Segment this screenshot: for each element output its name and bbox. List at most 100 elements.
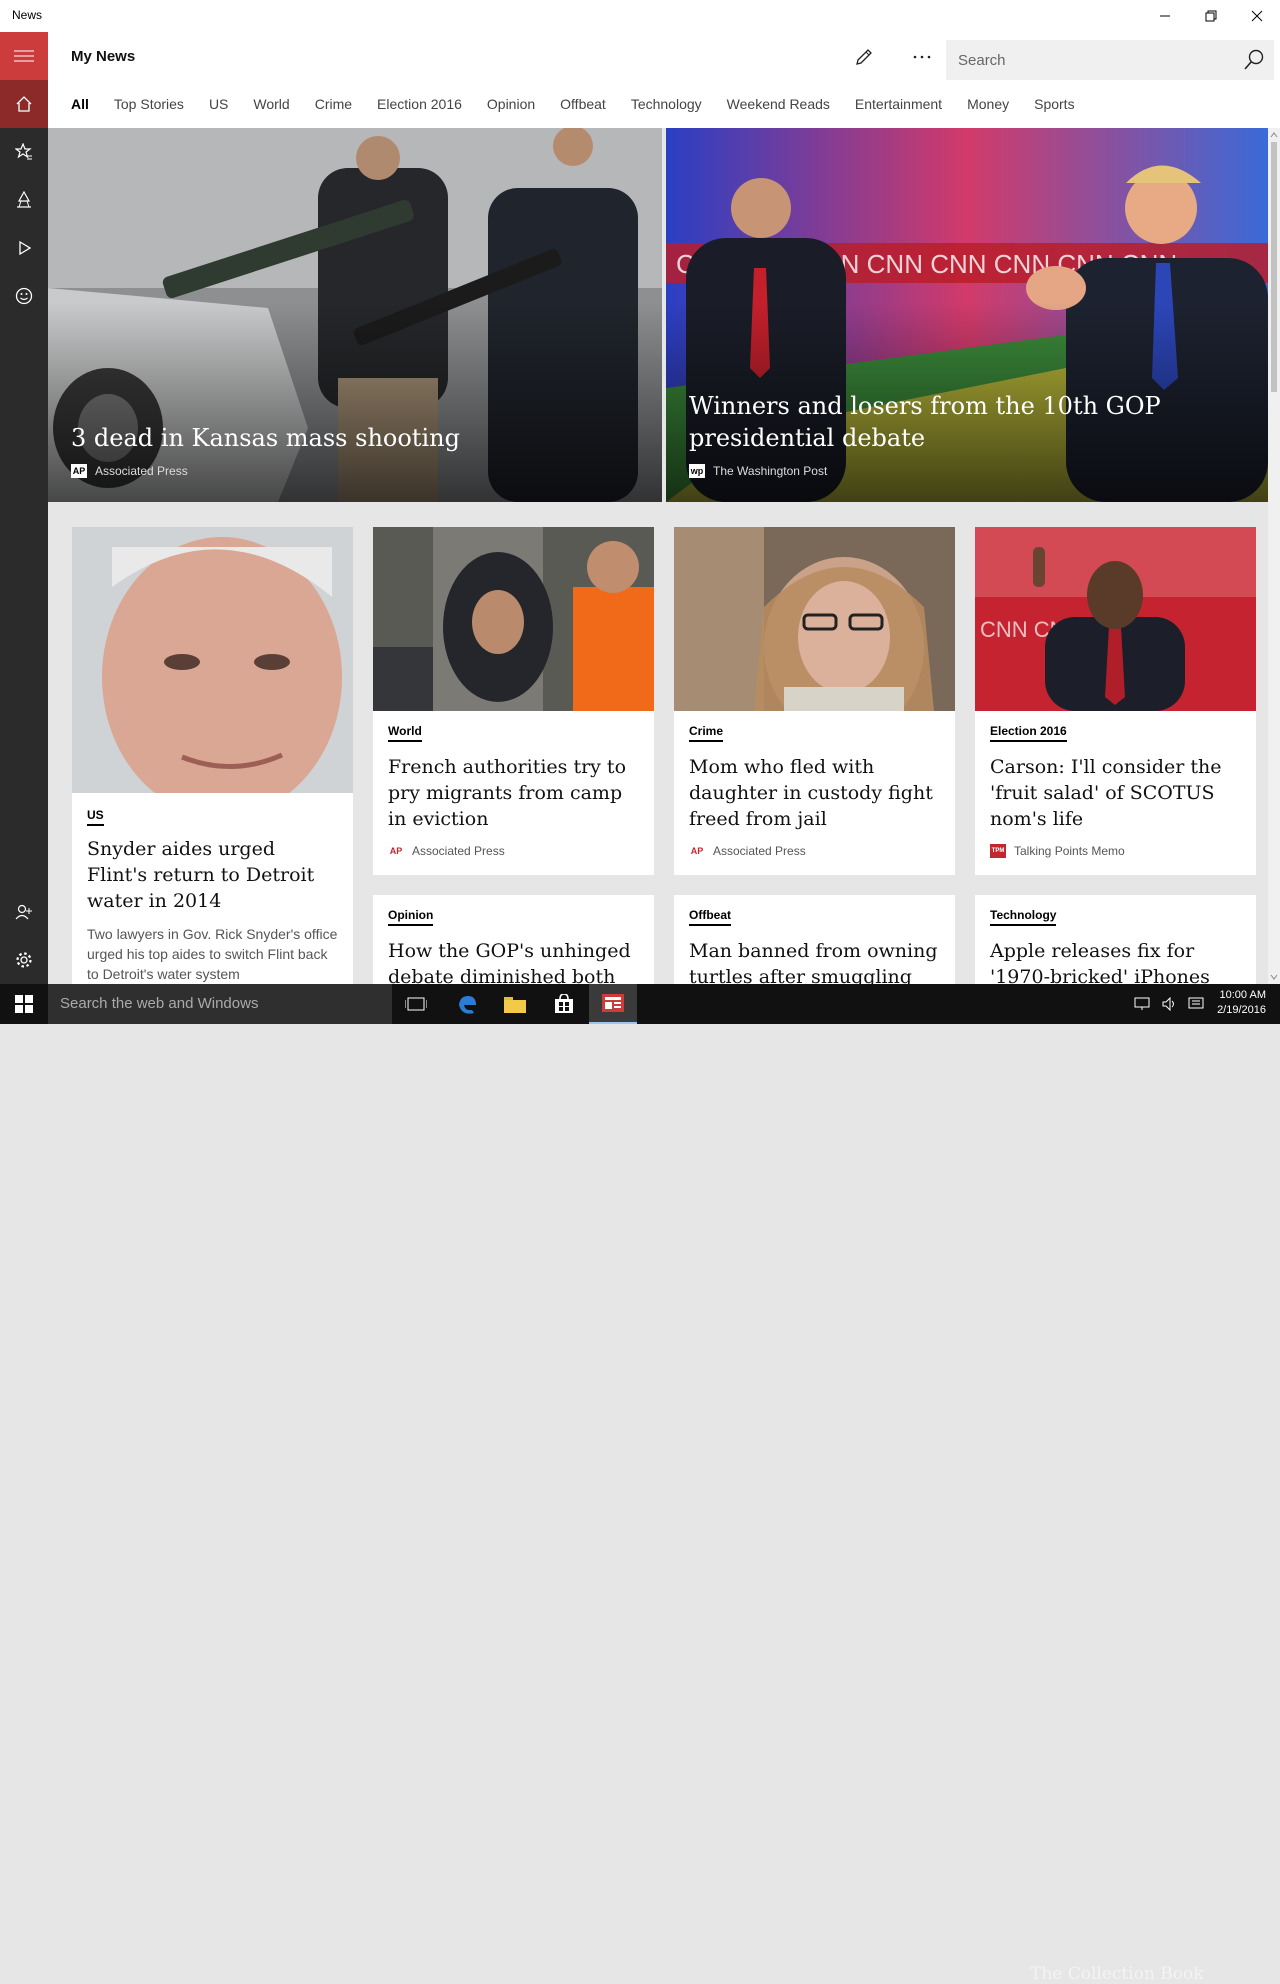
tpm-logo: TPM bbox=[990, 844, 1006, 858]
article-card-election-2016[interactable]: CNN CNN Election 2016 Carson: I'll consi… bbox=[975, 527, 1256, 875]
card-headline: French authorities try to pry migrants f… bbox=[388, 756, 627, 830]
ap-logo: AP bbox=[689, 844, 705, 858]
article-card-crime[interactable]: Crime Mom who fled with daughter in cust… bbox=[674, 527, 955, 875]
store-button[interactable] bbox=[540, 984, 588, 1024]
tab-entertainment[interactable]: Entertainment bbox=[855, 96, 942, 112]
minimize-button[interactable] bbox=[1142, 0, 1188, 32]
network-icon bbox=[1134, 997, 1150, 1010]
migrants-photo bbox=[373, 527, 654, 711]
card-category[interactable]: World bbox=[388, 724, 422, 742]
tab-opinion[interactable]: Opinion bbox=[487, 96, 535, 112]
more-options-button[interactable] bbox=[900, 40, 944, 74]
tab-election-2016[interactable]: Election 2016 bbox=[377, 96, 462, 112]
card-category[interactable]: Technology bbox=[990, 908, 1057, 926]
tab-money[interactable]: Money bbox=[967, 96, 1009, 112]
hamburger-menu-button[interactable] bbox=[0, 32, 48, 80]
task-view-button[interactable] bbox=[392, 984, 440, 1024]
article-card-opinion[interactable]: Opinion How the GOP's unhinged debate di… bbox=[373, 895, 654, 984]
tab-top-stories[interactable]: Top Stories bbox=[114, 96, 184, 112]
folder-icon bbox=[504, 997, 526, 1013]
card-category[interactable]: Offbeat bbox=[689, 908, 731, 926]
edit-button[interactable] bbox=[842, 40, 886, 74]
nav-rail bbox=[0, 32, 48, 984]
snyder-photo bbox=[72, 527, 353, 793]
card-category[interactable]: US bbox=[87, 808, 104, 826]
scroll-down-icon bbox=[1270, 974, 1278, 980]
scrollbar-thumb[interactable] bbox=[1271, 142, 1277, 392]
taskbar-clock[interactable]: 10:00 AM 2/19/2016 bbox=[1217, 988, 1266, 1018]
volume-tray-button[interactable] bbox=[1156, 984, 1184, 1024]
tab-technology[interactable]: Technology bbox=[631, 96, 702, 112]
network-tray-button[interactable] bbox=[1128, 984, 1156, 1024]
app-title: News bbox=[12, 8, 43, 22]
search-input[interactable] bbox=[946, 40, 1236, 80]
search-box bbox=[946, 40, 1274, 80]
gear-icon bbox=[16, 952, 32, 968]
notification-icon bbox=[1188, 997, 1204, 1009]
pencil-icon bbox=[856, 49, 872, 65]
nav-local[interactable] bbox=[0, 176, 48, 224]
taskbar-search[interactable]: Search the web and Windows bbox=[48, 984, 392, 1024]
article-card-technology[interactable]: Technology Apple releases fix for '1970-… bbox=[975, 895, 1256, 984]
watermark-text: The Collection Book bbox=[1030, 1964, 1204, 1984]
home-icon bbox=[16, 96, 32, 112]
store-icon bbox=[555, 994, 573, 1013]
vertical-scrollbar[interactable] bbox=[1268, 128, 1280, 984]
card-headline: Snyder aides urged Flint's return to Det… bbox=[87, 838, 315, 912]
article-card-us[interactable]: US Snyder aides urged Flint's return to … bbox=[72, 527, 353, 984]
hero-source-name: Associated Press bbox=[95, 464, 188, 478]
card-headline: Mom who fled with daughter in custody fi… bbox=[689, 756, 933, 830]
ap-logo: AP bbox=[71, 464, 87, 478]
news-app-taskbar-button[interactable] bbox=[589, 984, 637, 1024]
hero-source: AP Associated Press bbox=[71, 464, 188, 478]
start-button[interactable] bbox=[0, 984, 48, 1024]
add-person-icon bbox=[15, 904, 32, 920]
card-headline: Apple releases fix for '1970-bricked' iP… bbox=[990, 940, 1210, 984]
tab-us[interactable]: US bbox=[209, 96, 228, 112]
local-icon bbox=[17, 191, 31, 208]
card-source-name: Associated Press bbox=[412, 844, 505, 858]
card-category[interactable]: Election 2016 bbox=[990, 724, 1067, 742]
page-title: My News bbox=[71, 48, 136, 65]
hero-headline: 3 dead in Kansas mass shooting bbox=[71, 424, 460, 452]
nav-home[interactable] bbox=[0, 80, 48, 128]
edge-button[interactable] bbox=[443, 984, 491, 1024]
tab-all[interactable]: All bbox=[71, 96, 89, 112]
card-headline: Carson: I'll consider the 'fruit salad' … bbox=[990, 756, 1222, 830]
tab-weekend-reads[interactable]: Weekend Reads bbox=[727, 96, 830, 112]
title-bar: News bbox=[0, 0, 1280, 32]
tab-sports[interactable]: Sports bbox=[1034, 96, 1074, 112]
hero-article-kansas[interactable]: 3 dead in Kansas mass shooting AP Associ… bbox=[48, 128, 662, 502]
article-card-offbeat[interactable]: Offbeat Man banned from owning turtles a… bbox=[674, 895, 955, 984]
favorites-icon bbox=[15, 143, 32, 160]
action-center-button[interactable] bbox=[1182, 984, 1210, 1024]
nav-feedback[interactable] bbox=[0, 272, 48, 320]
card-headline: Man banned from owning turtles after smu… bbox=[689, 940, 938, 984]
news-feed: 3 dead in Kansas mass shooting AP Associ… bbox=[48, 128, 1268, 984]
article-card-world[interactable]: World French authorities try to pry migr… bbox=[373, 527, 654, 875]
hero-source: wp The Washington Post bbox=[689, 464, 827, 478]
card-category[interactable]: Opinion bbox=[388, 908, 434, 926]
hero-headline: Winners and losers from the 10th GOP pre… bbox=[689, 392, 1161, 452]
clock-date: 2/19/2016 bbox=[1217, 1004, 1266, 1016]
washington-post-logo: wp bbox=[689, 464, 705, 478]
category-tabs: All Top Stories US World Crime Election … bbox=[71, 96, 1100, 112]
nav-interests[interactable] bbox=[0, 128, 48, 176]
file-explorer-button[interactable] bbox=[491, 984, 539, 1024]
card-source: AP Associated Press bbox=[388, 844, 505, 858]
hero-article-gop-debate[interactable]: CNN CNN CNN CNN CNN CNN CNN CNN Winners … bbox=[666, 128, 1268, 502]
nav-settings[interactable] bbox=[0, 936, 48, 984]
tab-crime[interactable]: Crime bbox=[315, 96, 352, 112]
nav-sign-in[interactable] bbox=[0, 888, 48, 936]
hamburger-menu-icon bbox=[14, 50, 34, 62]
task-view-icon bbox=[405, 997, 427, 1011]
restore-button[interactable] bbox=[1188, 0, 1234, 32]
close-button[interactable] bbox=[1234, 0, 1280, 32]
search-button[interactable] bbox=[1242, 48, 1266, 72]
tab-world[interactable]: World bbox=[253, 96, 289, 112]
card-headline: How the GOP's unhinged debate diminished… bbox=[388, 940, 631, 984]
tab-offbeat[interactable]: Offbeat bbox=[560, 96, 606, 112]
nav-video[interactable] bbox=[0, 224, 48, 272]
card-category[interactable]: Crime bbox=[689, 724, 724, 742]
edge-icon bbox=[459, 996, 476, 1014]
